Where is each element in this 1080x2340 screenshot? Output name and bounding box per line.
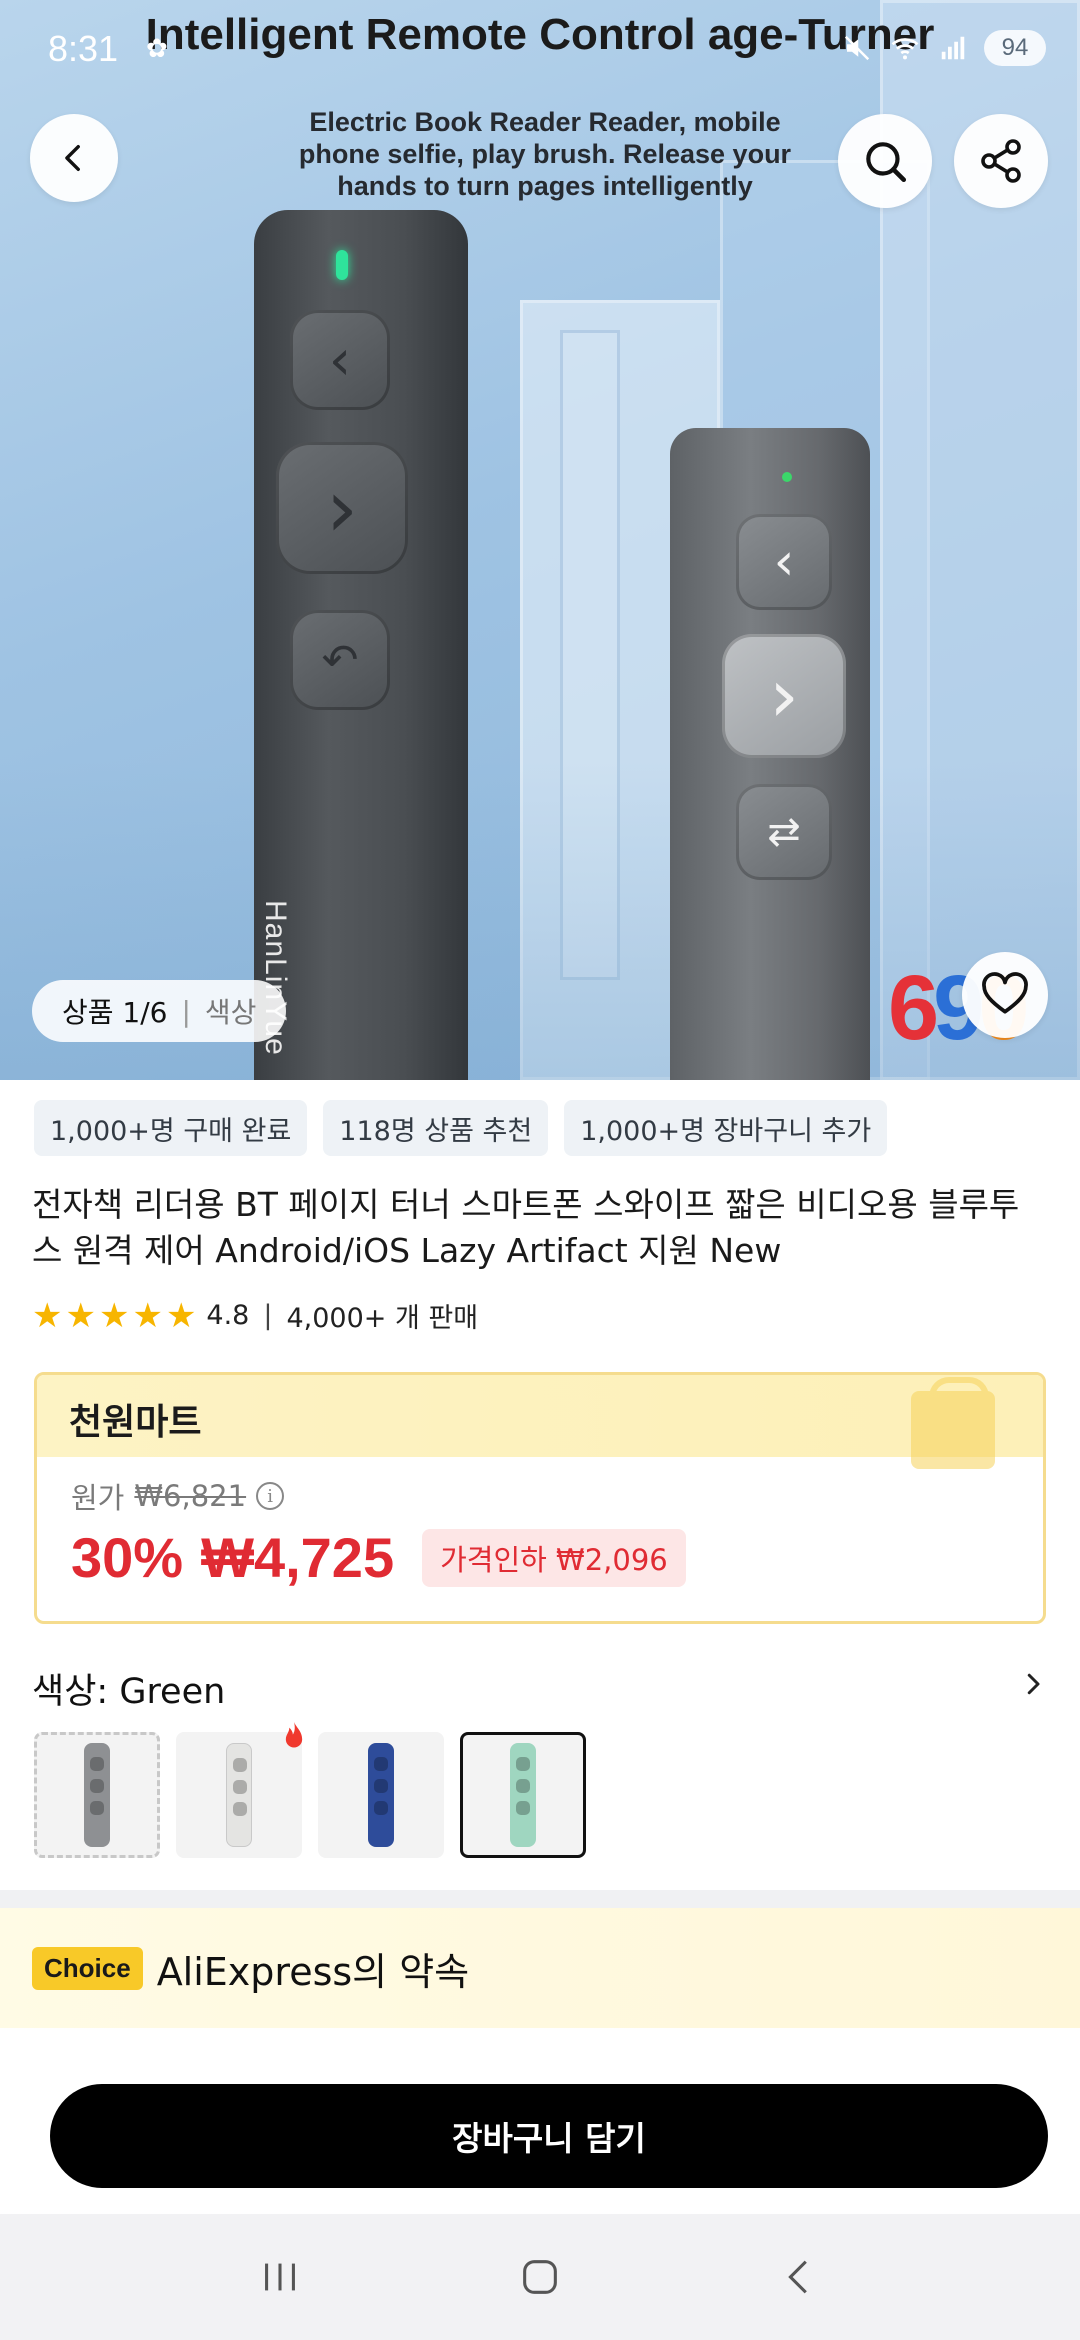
original-price-label: 원가 <box>71 1481 125 1515</box>
info-icon[interactable]: i <box>256 1482 285 1510</box>
color-swatches <box>34 1721 586 1858</box>
original-price: ₩6,821 <box>134 1479 247 1513</box>
gallery-tab-color[interactable]: 색상 <box>205 991 257 1031</box>
heart-icon <box>982 972 1028 1014</box>
color-option-gray[interactable] <box>34 1732 160 1858</box>
remote-dark-large: ‹ › ↶ HanLinYue <box>254 210 468 1080</box>
chevron-left-icon <box>65 144 80 172</box>
remote-next-button: › <box>276 442 408 574</box>
remote-gray-small: ‹ › ⇄ <box>670 428 870 1080</box>
remote-return-button: ↶ <box>290 610 390 710</box>
sold-count: 4,000+ 개 판매 <box>286 1303 479 1334</box>
remote-led <box>782 472 792 482</box>
wifi-icon <box>888 31 922 65</box>
add-to-cart-button[interactable]: 장바구니 담기 <box>50 2084 1048 2188</box>
star-icon: ★ <box>165 1295 197 1336</box>
share-button[interactable] <box>954 114 1048 208</box>
star-icon: ★ <box>98 1295 130 1336</box>
recent-apps-icon <box>265 2263 295 2291</box>
choice-promise-banner[interactable]: Choice AliExpress의 약속 <box>0 1908 1080 2028</box>
promo-title: 천원마트 <box>69 1402 202 1443</box>
discount-percent: 30% <box>71 1526 184 1589</box>
product-thumbnail <box>226 1743 252 1847</box>
remote-next-button: › <box>722 634 846 758</box>
home-button[interactable] <box>500 2237 580 2317</box>
chip-recommended: 118명 상품 추천 <box>323 1100 549 1156</box>
chevron-left-icon <box>788 2260 807 2294</box>
gallery-indicator[interactable]: 상품 1/6 | 색상 <box>32 980 287 1042</box>
rating-stars: ★ ★ ★ ★ ★ <box>32 1299 196 1333</box>
system-navigation-bar <box>0 2214 1080 2340</box>
divider: | <box>181 994 191 1028</box>
recent-apps-button[interactable] <box>240 2237 320 2317</box>
section-divider <box>0 1890 1080 1908</box>
rating-value: 4.8 <box>206 1300 250 1331</box>
social-proof-chips: 1,000+명 구매 완료 118명 상품 추천 1,000+명 장바구니 추가 <box>34 1100 888 1156</box>
color-option-green[interactable] <box>460 1732 586 1858</box>
fire-icon <box>280 1720 308 1754</box>
status-time: 8:31 <box>48 28 119 69</box>
gallery-notification-icon: ✿ <box>146 34 168 64</box>
promo-price-card: 천원마트 원가 ₩6,821 i 30% ₩4,725 가격인하 ₩2,096 <box>34 1372 1046 1624</box>
star-icon: ★ <box>65 1295 96 1336</box>
remote-prev-button: ‹ <box>290 310 390 410</box>
hero-subtitle: Electric Book Reader Reader, mobile phon… <box>298 107 792 201</box>
search-icon <box>866 142 907 183</box>
selected-color-label: 색상: Green <box>32 1671 226 1712</box>
remote-prev-button: ‹ <box>736 514 832 610</box>
product-title: 전자책 리더용 BT 페이지 터너 스마트폰 스와이프 짧은 비디오용 블루투스… <box>32 1185 1020 1270</box>
color-option-white[interactable] <box>176 1721 303 1858</box>
promo-header: 천원마트 <box>37 1375 1043 1469</box>
search-button[interactable] <box>838 114 932 208</box>
sale-price: ₩4,725 <box>201 1526 395 1589</box>
price-drop-badge: 가격인하 ₩2,096 <box>422 1528 686 1587</box>
divider: | <box>263 1300 273 1331</box>
product-thumbnail <box>368 1743 394 1847</box>
chip-purchased: 1,000+명 구매 완료 <box>34 1100 308 1156</box>
status-icons: 94 <box>840 30 1046 66</box>
star-icon: ★ <box>132 1295 163 1336</box>
price-row: 30% ₩4,725 가격인하 ₩2,096 <box>71 1525 686 1590</box>
remote-led <box>336 250 348 280</box>
signal-icon <box>936 31 970 65</box>
chevron-right-icon <box>1018 1668 1048 1708</box>
rating-row[interactable]: ★ ★ ★ ★ ★ 4.8 | 4,000+ 개 판매 <box>32 1296 478 1335</box>
status-bar: 8:31 ✿ 94 <box>0 0 1080 100</box>
home-icon <box>523 2260 557 2294</box>
product-thumbnail <box>84 1743 110 1847</box>
share-icon <box>981 139 1021 183</box>
remote-repeat-button: ⇄ <box>736 784 832 880</box>
choice-badge: Choice <box>32 1946 143 1990</box>
original-price-row: 원가 ₩6,821 i <box>71 1475 285 1517</box>
chip-added-to-cart: 1,000+명 장바구니 추가 <box>564 1100 888 1156</box>
battery-indicator: 94 <box>984 30 1046 66</box>
back-button[interactable] <box>30 114 118 202</box>
mute-icon <box>840 31 874 65</box>
wishlist-button[interactable] <box>962 952 1048 1038</box>
star-icon: ★ <box>32 1295 63 1336</box>
system-back-button[interactable] <box>760 2237 840 2317</box>
gallery-count: 상품 1/6 <box>62 996 168 1029</box>
color-selector-header[interactable]: 색상: Green <box>32 1660 1048 1716</box>
color-option-blue[interactable] <box>318 1732 444 1858</box>
choice-promise-text: AliExpress의 약속 <box>156 1949 470 1994</box>
shopping-bag-icon <box>911 1377 995 1469</box>
product-thumbnail <box>510 1743 536 1847</box>
